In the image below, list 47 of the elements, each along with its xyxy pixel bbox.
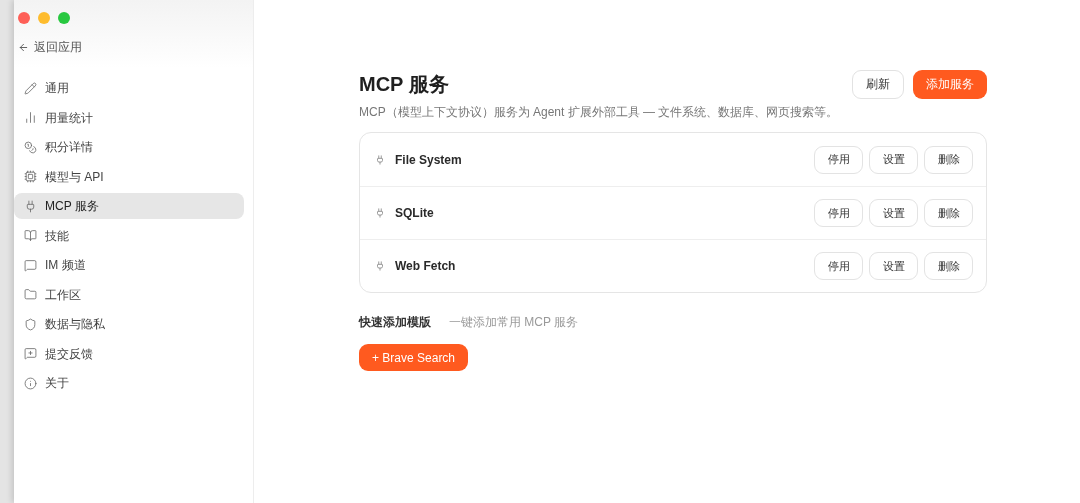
refresh-button[interactable]: 刷新 [852, 69, 904, 99]
folder-icon [24, 288, 37, 301]
server-action-button[interactable]: 删除 [924, 145, 973, 174]
book-icon [24, 229, 37, 242]
back-arrow-icon [18, 41, 29, 53]
coins-icon [24, 140, 37, 154]
chat-icon [24, 258, 37, 272]
templates-hint: 一键添加常用 MCP 服务 [449, 314, 579, 331]
sidebar-item[interactable]: IM 频道 [14, 252, 244, 278]
server-name: Web Fetch [395, 258, 456, 275]
bar-chart-icon [24, 111, 37, 124]
server-name: File System [395, 151, 462, 169]
server-action-button[interactable]: 设置 [869, 199, 918, 227]
page-description: MCP（模型上下文协议）服务为 Agent 扩展外部工具 — 文件系统、数据库、网页搜索等。 [359, 104, 840, 121]
sidebar-item[interactable]: 关于 [14, 370, 244, 396]
sidebar-item[interactable]: 积分详情 [14, 134, 244, 160]
sidebar-item[interactable]: 数据与隐私 [14, 311, 244, 337]
sidebar-item[interactable]: 技能 [14, 222, 244, 249]
maximize-window-icon[interactable] [58, 12, 70, 24]
sidebar-item[interactable]: 提交反馈 [14, 340, 244, 367]
back-link[interactable]: 返回应用 [18, 38, 82, 56]
info-icon [24, 376, 37, 390]
templates-title: 快速添加模版 [359, 314, 431, 331]
sidebar-item[interactable]: MCP 服务 [14, 193, 244, 219]
feedback-icon [24, 347, 37, 360]
close-window-icon[interactable] [18, 12, 30, 24]
server-action-button[interactable]: 删除 [924, 199, 973, 227]
server-action-button[interactable]: 设置 [869, 252, 918, 280]
plug-icon [375, 154, 385, 165]
pencil-icon [24, 81, 37, 95]
server-action-button[interactable]: 删除 [924, 252, 973, 280]
shield-icon [24, 317, 37, 331]
plug-icon [375, 261, 385, 271]
sidebar-item[interactable]: 模型与 API [14, 163, 244, 190]
plug-icon [375, 208, 385, 218]
server-name: SQLite [395, 205, 434, 222]
plug-icon [24, 199, 37, 213]
page-title: MCP 服务 [359, 72, 449, 97]
server-action-button[interactable]: 停用 [814, 199, 863, 227]
chip-icon [24, 170, 37, 183]
server-action-button[interactable]: 停用 [814, 252, 863, 280]
server-action-button[interactable]: 停用 [814, 145, 863, 174]
sidebar-item[interactable]: 用量统计 [14, 104, 244, 131]
server-action-button[interactable]: 设置 [869, 145, 918, 174]
sidebar-item[interactable]: 通用 [14, 75, 244, 101]
minimize-window-icon[interactable] [38, 12, 50, 24]
sidebar-item[interactable]: 工作区 [14, 281, 244, 308]
